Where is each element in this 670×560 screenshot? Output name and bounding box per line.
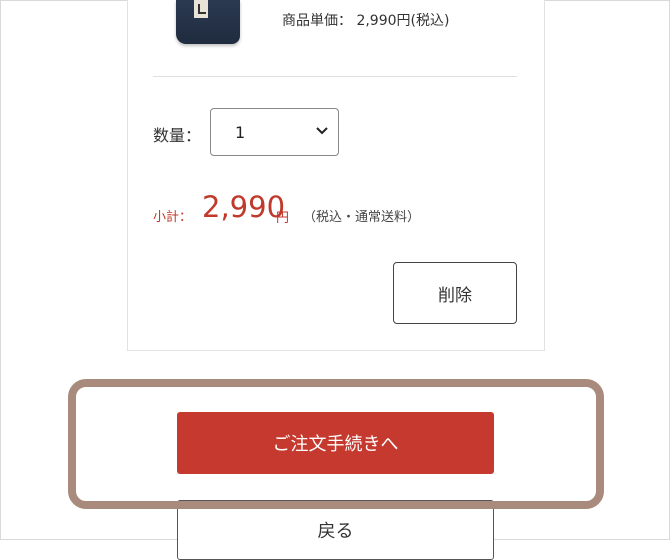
subtotal-label: 小計： [153,210,193,225]
product-label-icon [194,0,208,18]
subtotal-value: 2,990 [202,190,286,224]
checkout-button[interactable]: ご注文手続きへ [177,412,494,474]
delete-button[interactable]: 削除 [393,262,517,324]
chevron-down-icon [316,127,328,135]
product-image [176,0,240,44]
subtotal-unit: 円 [276,211,290,226]
quantity-label: 数量： [153,126,202,145]
quantity-select[interactable]: 1 [210,108,339,156]
back-button[interactable]: 戻る [177,500,494,560]
tax-note: （税込・通常送料） [303,210,421,225]
quantity-selected-value: 1 [235,123,246,142]
unit-price-text: 商品単価： 2,990円(税込) [282,13,450,29]
divider [153,76,517,77]
